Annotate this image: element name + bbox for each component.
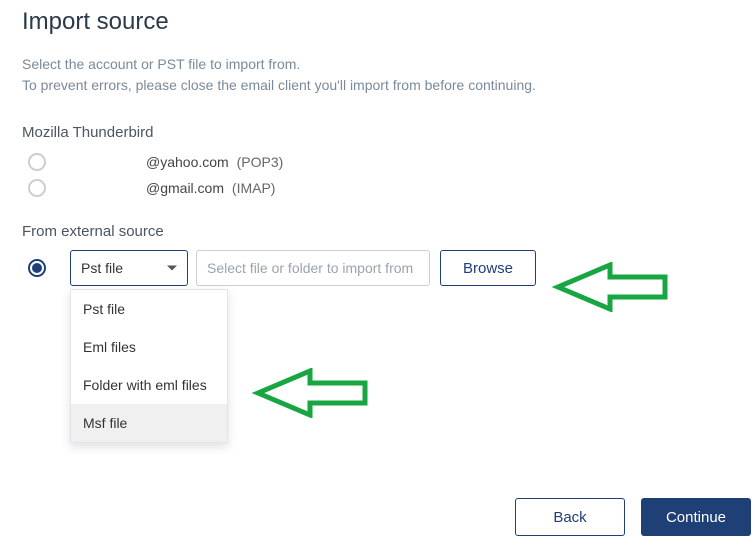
chevron-down-icon [167, 266, 177, 271]
account-row[interactable]: @yahoo.com (POP3) [28, 149, 733, 175]
page-title: Import source [22, 8, 733, 36]
back-button[interactable]: Back [515, 498, 625, 536]
radio-icon[interactable] [28, 259, 46, 277]
radio-icon[interactable] [28, 153, 46, 171]
page-subtitle: Select the account or PST file to import… [22, 54, 733, 96]
subtitle-line-1: Select the account or PST file to import… [22, 54, 733, 75]
dropdown-item-pst[interactable]: Pst file [71, 290, 227, 328]
external-section-label: From external source [22, 223, 733, 240]
dialog-footer: Back Continue [515, 498, 751, 536]
account-protocol: (IMAP) [232, 180, 276, 196]
account-protocol: (POP3) [237, 154, 284, 170]
account-address: @gmail.com [146, 180, 224, 196]
arrow-annotation-icon [250, 368, 370, 418]
file-path-input[interactable] [196, 250, 430, 286]
external-source-row: Pst file Pst file Eml files Folder with … [28, 250, 733, 286]
dropdown-menu: Pst file Eml files Folder with eml files… [70, 289, 228, 443]
account-row[interactable]: @gmail.com (IMAP) [28, 175, 733, 201]
browse-button[interactable]: Browse [440, 250, 536, 286]
dropdown-item-eml[interactable]: Eml files [71, 328, 227, 366]
dropdown-selected-label: Pst file [81, 260, 123, 276]
accounts-section-label: Mozilla Thunderbird [22, 124, 733, 141]
subtitle-line-2: To prevent errors, please close the emai… [22, 75, 733, 96]
continue-button[interactable]: Continue [641, 498, 751, 536]
radio-icon[interactable] [28, 179, 46, 197]
dropdown-item-folder-eml[interactable]: Folder with eml files [71, 366, 227, 404]
file-type-dropdown[interactable]: Pst file Pst file Eml files Folder with … [70, 250, 188, 286]
dropdown-item-msf[interactable]: Msf file [71, 404, 227, 442]
account-address: @yahoo.com [146, 154, 229, 170]
